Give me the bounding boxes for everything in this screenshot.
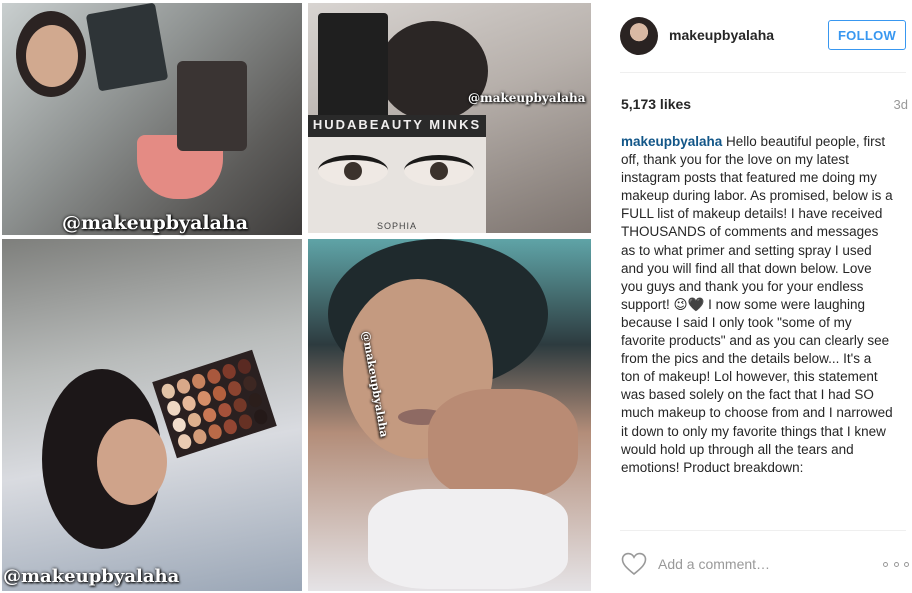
eyeshadow-palette [152, 349, 277, 459]
blanket-shape [368, 489, 568, 589]
collage-photo-2: HUDABEAUTY MINKS SOPHIA [308, 3, 591, 233]
post-details-panel: makeupbyalaha FOLLOW 5,173 likes 3d make… [600, 0, 912, 593]
brush-holder-shape [177, 61, 247, 151]
more-dot [883, 561, 888, 567]
follow-button[interactable]: FOLLOW [828, 20, 906, 50]
heart-icon[interactable] [621, 552, 647, 576]
comment-input[interactable] [658, 553, 858, 575]
post-age[interactable]: 3d [894, 97, 908, 112]
lash-box-brand: HUDABEAUTY MINKS [312, 117, 482, 132]
hand-shape [428, 389, 578, 499]
eye-illustration-left [318, 155, 388, 186]
face-shape [97, 419, 167, 505]
more-dot [893, 561, 899, 567]
tablet-shape [85, 3, 169, 92]
caption: makeupbyalaha Hello beautiful people, fi… [621, 133, 893, 477]
caption-text: Hello beautiful people, first off, thank… [621, 134, 893, 475]
header-divider [620, 72, 906, 73]
lash-box: HUDABEAUTY MINKS SOPHIA [308, 115, 486, 233]
caption-username-link[interactable]: makeupbyalaha [621, 134, 722, 149]
photo-watermark: @makeupbyalaha [3, 566, 180, 587]
photo-watermark: @makeupbyalaha [62, 212, 249, 234]
hair-shape [378, 21, 488, 121]
photo-watermark: @makeupbyalaha [468, 91, 586, 105]
username-link[interactable]: makeupbyalaha [669, 27, 774, 43]
mirror-shape [318, 13, 388, 123]
eye-illustration-right [404, 155, 474, 186]
comment-bar [600, 540, 912, 590]
collage-photo-1 [2, 3, 302, 235]
more-options-icon[interactable] [883, 554, 909, 574]
lash-box-style: SOPHIA [376, 221, 417, 231]
likes-count[interactable]: 5,173 likes [621, 96, 691, 112]
post-photo-collage[interactable]: @makeupbyalaha HUDABEAUTY MINKS SOPHIA @… [0, 0, 600, 593]
collage-photo-3 [2, 239, 302, 591]
collage-photo-4 [308, 239, 591, 591]
face-shape [26, 25, 78, 87]
avatar[interactable] [620, 17, 658, 55]
comment-divider [620, 530, 906, 531]
more-dot [904, 561, 909, 567]
post-header: makeupbyalaha FOLLOW [600, 0, 912, 72]
